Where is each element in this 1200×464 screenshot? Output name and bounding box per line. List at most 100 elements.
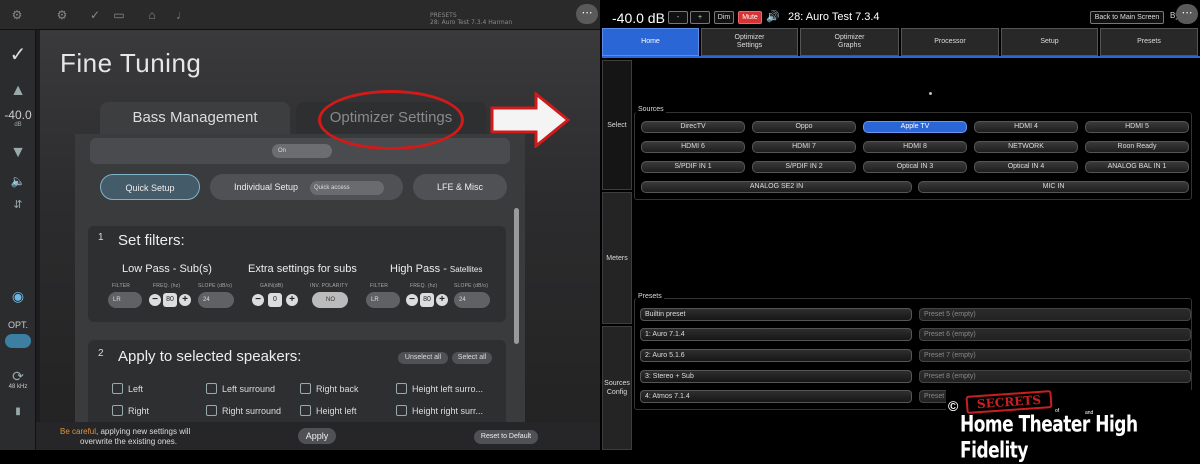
- check-icon[interactable]: ✓: [88, 8, 102, 22]
- side-tab-meters[interactable]: Meters: [602, 192, 632, 324]
- source-button[interactable]: HDMI 8: [863, 141, 967, 153]
- source-button[interactable]: Roon Ready: [1085, 141, 1189, 153]
- speaker-checkbox[interactable]: [300, 383, 311, 394]
- inv-polarity-toggle[interactable]: NO: [312, 292, 348, 308]
- tab-processor[interactable]: Processor: [901, 28, 999, 56]
- side-tab-select[interactable]: Select: [602, 60, 632, 190]
- speaker-checkbox[interactable]: [396, 405, 407, 416]
- home-theater-icon[interactable]: ⌂: [145, 8, 159, 22]
- low-pass-slope-select[interactable]: 24: [198, 292, 234, 308]
- tab-setup[interactable]: Setup: [1001, 28, 1098, 56]
- unselect-all-button[interactable]: Unselect all: [398, 352, 448, 364]
- source-button[interactable]: Optical IN 3: [863, 161, 967, 173]
- more-icon[interactable]: ⋯: [1176, 4, 1198, 24]
- tab-presets[interactable]: Presets: [1100, 28, 1198, 56]
- high-pass-slope-select[interactable]: 24: [454, 292, 490, 308]
- tab-bass-management[interactable]: Bass Management: [100, 102, 290, 134]
- source-button[interactable]: HDMI 4: [974, 121, 1078, 133]
- mute-icon[interactable]: 🔈: [0, 174, 36, 188]
- preset-button[interactable]: 1: Auro 7.1.4: [640, 328, 912, 341]
- high-pass-filter-select[interactable]: LR: [366, 292, 400, 308]
- audio-meter-icon[interactable]: ▮: [0, 406, 36, 417]
- speaker-checkbox[interactable]: [300, 405, 311, 416]
- high-pass-title-text: High Pass -: [390, 263, 447, 275]
- source-button[interactable]: HDMI 6: [641, 141, 745, 153]
- low-pass-freq-plus[interactable]: +: [179, 294, 191, 306]
- low-pass-filter-label: FILTER: [112, 283, 131, 289]
- source-button[interactable]: Optical IN 4: [974, 161, 1078, 173]
- set-filters-card: 1 Set filters: Low Pass - Sub(s) FILTER …: [88, 226, 506, 322]
- source-button-selected[interactable]: Apple TV: [863, 121, 967, 133]
- source-button[interactable]: Oppo: [752, 121, 856, 133]
- dim-button[interactable]: Dim: [714, 11, 734, 24]
- apply-button[interactable]: Apply: [298, 428, 336, 444]
- high-pass-freq-minus[interactable]: −: [406, 294, 418, 306]
- side-tab-label: Select: [607, 121, 627, 129]
- preset-button-empty[interactable]: Preset 8 (empty): [919, 370, 1191, 383]
- tab-label-2: Graphs: [838, 42, 861, 49]
- reset-default-button[interactable]: Reset to Default: [474, 430, 538, 444]
- volume-down-button[interactable]: -: [668, 11, 688, 24]
- speaker-label: Right back: [316, 384, 359, 394]
- speaker-checkbox[interactable]: [206, 405, 217, 416]
- gain-minus[interactable]: −: [252, 294, 264, 306]
- gear-icon[interactable]: ⚙: [55, 8, 69, 22]
- volume-down-icon[interactable]: ▼: [0, 144, 36, 162]
- preset-button-empty[interactable]: Preset 5 (empty): [919, 308, 1191, 321]
- more-icon[interactable]: ⋯: [576, 4, 598, 24]
- tab-optimizer-settings[interactable]: Optimizer Settings: [701, 28, 798, 56]
- volume-up-button[interactable]: +: [690, 11, 710, 24]
- tab-label-2: Settings: [736, 42, 763, 49]
- tab-optimizer-graphs[interactable]: Optimizer Graphs: [800, 28, 899, 56]
- source-button[interactable]: ANALOG SE2 IN: [641, 181, 912, 193]
- lfe-misc-button[interactable]: LFE & Misc: [413, 174, 507, 200]
- mode-select[interactable]: On: [272, 144, 332, 158]
- preset-button-empty[interactable]: Preset 6 (empty): [919, 328, 1191, 341]
- display-icon[interactable]: ▭: [112, 8, 126, 22]
- source-button[interactable]: ANALOG BAL IN 1: [1085, 161, 1189, 173]
- settings-icon[interactable]: ⚙: [10, 8, 24, 22]
- speaker-checkbox[interactable]: [112, 383, 123, 394]
- volume-readout: -40.0 dB: [612, 10, 665, 26]
- mute-button[interactable]: Mute: [738, 11, 762, 24]
- source-button[interactable]: S/PDIF IN 2: [752, 161, 856, 173]
- high-pass-freq-value[interactable]: 80: [420, 293, 434, 307]
- low-pass-freq-value[interactable]: 80: [163, 293, 177, 307]
- speaker-checkbox[interactable]: [206, 383, 217, 394]
- quick-access-select[interactable]: Quick access: [310, 181, 384, 195]
- quick-setup-button[interactable]: Quick Setup: [100, 174, 200, 200]
- high-pass-freq-plus[interactable]: +: [436, 294, 448, 306]
- speaker-icon[interactable]: ◉: [0, 288, 36, 305]
- opt-toggle[interactable]: [0, 334, 36, 351]
- low-pass-filter-select[interactable]: LR: [108, 292, 142, 308]
- source-button[interactable]: NETWORK: [974, 141, 1078, 153]
- preset-button[interactable]: 4: Atmos 7.1.4: [640, 390, 912, 403]
- sample-rate: 48 kHz: [8, 384, 28, 390]
- preset-button[interactable]: Builtin preset: [640, 308, 912, 321]
- source-button[interactable]: DirecTV: [641, 121, 745, 133]
- preset-button[interactable]: 2: Auro 5.1.6: [640, 349, 912, 362]
- volume-unit: dB: [14, 122, 22, 128]
- preset-button-empty[interactable]: Preset 7 (empty): [919, 349, 1191, 362]
- source-button[interactable]: S/PDIF IN 1: [641, 161, 745, 173]
- gain-value[interactable]: 0: [268, 293, 282, 307]
- speaker-checkbox[interactable]: [112, 405, 123, 416]
- preset-button[interactable]: 3: Stereo + Sub: [640, 370, 912, 383]
- tab-label: Setup: [1040, 38, 1059, 45]
- source-button[interactable]: HDMI 5: [1085, 121, 1189, 133]
- microphone-icon[interactable]: ♩: [175, 8, 189, 22]
- tab-label: Home: [641, 38, 660, 45]
- set-filters-heading: Set filters:: [118, 232, 185, 249]
- gain-plus[interactable]: +: [286, 294, 298, 306]
- source-button[interactable]: HDMI 7: [752, 141, 856, 153]
- volume-up-icon[interactable]: ▲: [0, 82, 36, 100]
- back-main-screen-button[interactable]: Back to Main Screen: [1090, 11, 1164, 24]
- tab-home[interactable]: Home: [602, 28, 699, 56]
- speaker-checkbox[interactable]: [396, 383, 407, 394]
- content-scrollbar[interactable]: [514, 208, 519, 344]
- select-all-button[interactable]: Select all: [452, 352, 492, 364]
- low-pass-freq-minus[interactable]: −: [149, 294, 161, 306]
- volume-adjust-icon[interactable]: ⇵: [0, 198, 36, 211]
- source-button[interactable]: MIC IN: [918, 181, 1189, 193]
- side-tab-sources-config[interactable]: Sources Config: [602, 326, 632, 450]
